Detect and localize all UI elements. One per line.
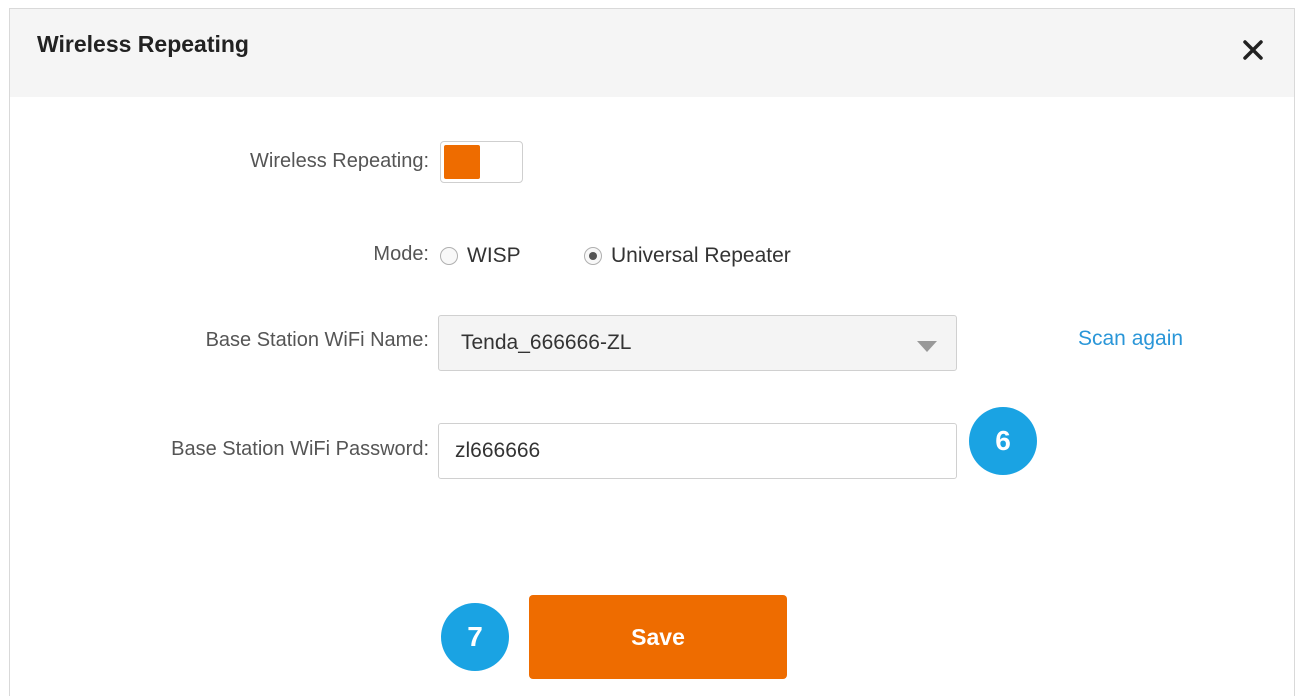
base-station-wifi-password-label: Base Station WiFi Password: bbox=[171, 438, 429, 460]
base-station-wifi-password-input[interactable] bbox=[438, 423, 957, 479]
mode-label: Mode: bbox=[373, 243, 429, 265]
radio-unchecked-icon bbox=[440, 247, 458, 265]
dialog-header: Wireless Repeating bbox=[10, 9, 1294, 97]
step-7-badge: 7 bbox=[441, 603, 509, 671]
radio-checked-icon bbox=[584, 247, 602, 265]
wireless-repeating-toggle[interactable] bbox=[440, 141, 523, 183]
mode-radio-universal-repeater[interactable]: Universal Repeater bbox=[584, 242, 791, 270]
step-6-badge: 6 bbox=[969, 407, 1037, 475]
base-station-wifi-name-select[interactable]: Tenda_666666-ZL bbox=[438, 315, 957, 371]
mode-option-label: WISP bbox=[467, 244, 521, 267]
mode-radio-wisp[interactable]: WISP bbox=[440, 242, 521, 270]
scan-again-link[interactable]: Scan again bbox=[1078, 327, 1183, 351]
dialog-title: Wireless Repeating bbox=[37, 31, 249, 57]
save-button[interactable]: Save bbox=[529, 595, 787, 679]
close-icon[interactable] bbox=[1242, 39, 1264, 61]
wireless-repeating-label: Wireless Repeating: bbox=[250, 150, 429, 172]
base-station-wifi-name-label: Base Station WiFi Name: bbox=[205, 329, 429, 351]
chevron-down-icon bbox=[917, 339, 937, 357]
toggle-on-indicator bbox=[444, 145, 480, 179]
mode-option-label: Universal Repeater bbox=[611, 244, 791, 267]
selected-wifi-name: Tenda_666666-ZL bbox=[461, 331, 632, 354]
